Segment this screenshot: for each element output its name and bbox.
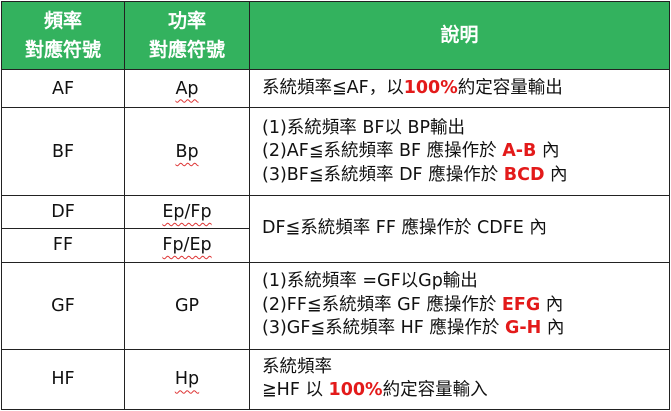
description-cell: (1)系統頻率 BF以 BP輸出 (2)AF≦系統頻率 BF 應操作於 A-B … xyxy=(249,107,670,197)
frequency-power-table: 頻率 對應符號 功率 對應符號 說明 AF Ap 系統頻率≦AF，以100%約定容量… xyxy=(1,0,670,411)
header-row: 頻率 對應符號 功率 對應符號 說明 xyxy=(1,0,670,71)
frequency-cell: HF xyxy=(1,348,125,411)
table-row: AF Ap 系統頻率≦AF，以100%約定容量輸出 xyxy=(1,69,670,109)
frequency-cell: FF xyxy=(1,227,125,263)
table-row: BF Bp (1)系統頻率 BF以 BP輸出 (2)AF≦系統頻率 BF 應操作… xyxy=(1,107,670,197)
frequency-cell: GF xyxy=(1,261,125,350)
frequency-cell: DF xyxy=(1,195,125,229)
power-cell: Hp xyxy=(124,348,250,411)
power-cell: Ep/Fp xyxy=(124,195,250,229)
table-row: DF Ep/Fp DF≦系統頻率 FF 應操作於 CDFE 內 xyxy=(1,195,670,263)
description-cell: (1)系統頻率 =GF以Gp輸出 (2)FF≦系統頻率 GF 應操作於 EFG … xyxy=(249,261,670,350)
description-cell: 系統頻率≦AF，以100%約定容量輸出 xyxy=(249,69,670,109)
header-power-symbol: 功率 對應符號 xyxy=(124,0,250,71)
header-description: 說明 xyxy=(249,0,670,71)
merged-description-cell: DF≦系統頻率 FF 應操作於 CDFE 內 xyxy=(249,195,670,263)
table-row: HF Hp 系統頻率 ≧HF 以 100%約定容量輸入 xyxy=(1,348,670,411)
power-cell: Bp xyxy=(124,107,250,197)
header-frequency-symbol: 頻率 對應符號 xyxy=(1,0,125,71)
description-cell: 系統頻率 ≧HF 以 100%約定容量輸入 xyxy=(249,348,670,411)
frequency-cell: BF xyxy=(1,107,125,197)
table-row: GF GP (1)系統頻率 =GF以Gp輸出 (2)FF≦系統頻率 GF 應操作… xyxy=(1,261,670,350)
power-cell: GP xyxy=(124,261,250,350)
frequency-cell: AF xyxy=(1,69,125,109)
power-cell: Ap xyxy=(124,69,250,109)
power-cell: Fp/Ep xyxy=(124,227,250,263)
